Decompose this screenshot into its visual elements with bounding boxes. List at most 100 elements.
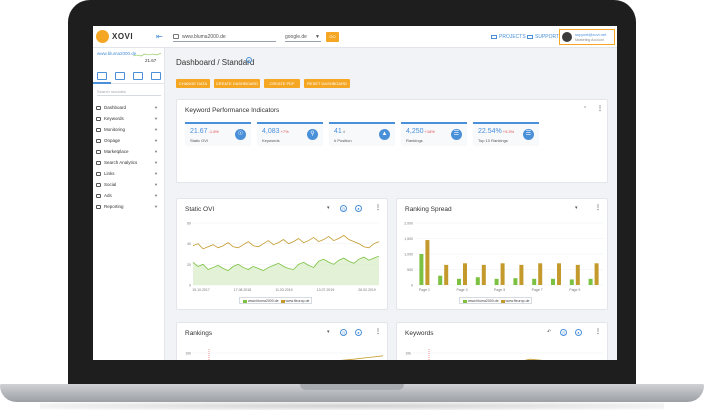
sidebar-item-monitoring[interactable]: Monitoring ▼ — [93, 124, 165, 135]
bar — [513, 278, 518, 285]
page-title: Dashboard / Standard — [176, 58, 255, 67]
kpi-value: 4,250+18% — [406, 128, 435, 135]
kpi-change: +7% — [280, 129, 289, 134]
sidebar-item-reporting[interactable]: Reporting ▼ — [93, 201, 165, 212]
x-tick-label: Page 5 — [494, 288, 505, 292]
tab-messages-icon[interactable] — [151, 72, 161, 80]
keywords-card: Keywords ↶ ◷ ● ⋮ 10k7.5k5k — [396, 322, 608, 360]
tab-charts-icon[interactable] — [115, 72, 125, 80]
sidebar-item-onpage[interactable]: Onpage ▼ — [93, 135, 165, 146]
projects-label: PROJECTS — [499, 34, 526, 40]
active-tab-indicator — [93, 82, 111, 84]
bar — [551, 278, 555, 285]
more-menu-icon[interactable]: ⋮ — [595, 204, 601, 211]
static-ovi-legend: www.bluma2000.de www.fleurop.de — [239, 297, 313, 304]
support-link[interactable]: SUPPORT — [527, 34, 559, 40]
chevron-down-icon[interactable]: ▾ — [327, 205, 330, 211]
clock-icon[interactable]: ◷ — [340, 329, 347, 336]
y-tick-label: 2,000 — [404, 222, 413, 226]
globe-icon[interactable]: ● — [575, 329, 582, 336]
y-tick-label: 20 — [187, 263, 191, 267]
key-icon — [96, 117, 101, 121]
top-bar: XOVI ⇤ www.bluma2000.de google.de ▼ GO P… — [93, 26, 617, 48]
chevron-down-icon: ▼ — [154, 116, 158, 121]
collapse-icon[interactable]: ⌃ — [583, 106, 587, 112]
support-label: SUPPORT — [535, 34, 560, 40]
create-dashboard-button[interactable]: CREATE DASHBOARD — [214, 79, 260, 88]
y-tick-label: 0 — [189, 284, 191, 288]
bar — [575, 264, 580, 285]
folder-icon — [491, 34, 497, 39]
sidebar-item-label: Social — [104, 182, 117, 187]
chevron-down-icon: ▼ — [154, 171, 158, 176]
tab-modules-icon[interactable] — [97, 72, 107, 80]
laptop-shadow — [40, 402, 664, 410]
tab-bookmarks-icon[interactable] — [133, 72, 143, 80]
change-data-button[interactable]: CHANGE DATA — [176, 79, 210, 88]
account-menu[interactable]: support@xovi.net Marketing Account — [559, 29, 615, 45]
search-engine-select[interactable]: google.de ▼ — [285, 32, 321, 42]
kpi-change: +18% — [424, 129, 435, 134]
globe-icon[interactable]: ● — [355, 329, 362, 336]
create-pdf-button[interactable]: CREATE PDF — [264, 79, 300, 88]
kpi-static-ovi: 21.67-1.8% Static OVI ☉ — [185, 122, 251, 146]
y-tick-label: 1,000 — [404, 253, 413, 257]
more-menu-icon[interactable]: ⋮ — [375, 328, 381, 335]
url-input[interactable]: www.bluma2000.de — [173, 32, 276, 42]
app-screen: XOVI ⇤ www.bluma2000.de google.de ▼ GO P… — [93, 26, 617, 360]
module-search-input[interactable]: Search modules — [97, 88, 161, 96]
y-tick-label: 40 — [187, 242, 191, 246]
project-link[interactable]: www.bluma2000.de — [97, 51, 136, 56]
sidebar-item-keywords[interactable]: Keywords ▼ — [93, 113, 165, 124]
x-tick-label: Page 1 — [419, 288, 430, 292]
back-icon[interactable]: ↶ — [547, 329, 551, 335]
sidebar-item-marketplace[interactable]: Marketplace ▼ — [93, 146, 165, 157]
analytics-icon — [96, 161, 101, 165]
bar — [594, 263, 599, 285]
sidebar-item-ads[interactable]: Ads ▼ — [93, 190, 165, 201]
more-menu-icon[interactable]: ⋮ — [595, 328, 601, 335]
chevron-down-icon: ▼ — [154, 105, 158, 110]
chevron-down-icon[interactable]: ▾ — [327, 329, 330, 335]
kpi-label: # Position — [334, 138, 352, 143]
y-tick-label: 1,500 — [404, 237, 413, 241]
more-menu-icon[interactable]: ⋮ — [375, 204, 381, 211]
x-tick-label: 17.08.2018 — [234, 288, 252, 292]
sidebar-item-social[interactable]: Social ▼ — [93, 179, 165, 190]
bar — [569, 279, 574, 285]
legend-swatch-gold — [280, 299, 285, 303]
go-button[interactable]: GO — [326, 32, 339, 42]
sidebar-item-dashboard[interactable]: Dashboard ▼ — [93, 102, 165, 113]
sidebar-item-search-analytics[interactable]: Search Analytics ▼ — [93, 157, 165, 168]
legend-label: www.fleurop.de — [505, 299, 530, 303]
x-tick-label: 13.07.2019 — [317, 288, 335, 292]
legend-swatch-green — [243, 299, 247, 303]
rankings-card: Rankings ▾ ◷ ● ⋮ 10k7.5k5k — [176, 322, 388, 360]
link-icon — [96, 172, 101, 176]
pin-icon: ▲ — [379, 129, 390, 140]
clock-icon[interactable]: ◷ — [560, 329, 567, 336]
rankings-chart: 10k7.5k5k — [185, 349, 384, 360]
bar — [519, 264, 524, 285]
xovi-logo-icon[interactable] — [96, 30, 109, 43]
series-area — [193, 256, 379, 285]
chevron-down-icon: ▼ — [154, 149, 158, 154]
series-line — [524, 358, 543, 360]
chevron-down-icon[interactable]: ▾ — [575, 205, 578, 211]
bar — [444, 264, 449, 285]
reset-dashboard-button[interactable]: RESET DASHBOARD — [304, 79, 350, 88]
collapse-sidebar-icon[interactable]: ⇤ — [156, 32, 163, 41]
ranking-spread-legend: www.bluma2000.de www.fleurop.de — [459, 297, 533, 304]
dashboard-icon — [96, 106, 101, 110]
bar — [494, 278, 499, 285]
globe-icon[interactable]: ● — [355, 205, 362, 212]
y-tick-label: 0 — [411, 284, 413, 288]
more-menu-icon[interactable]: ⋮ — [597, 105, 603, 112]
clock-icon[interactable]: ◷ — [340, 205, 347, 212]
chevron-down-icon: ▼ — [154, 193, 158, 198]
sidebar-item-links[interactable]: Links ▼ — [93, 168, 165, 179]
kpi-change: -1.8% — [208, 129, 219, 134]
info-icon[interactable]: ? — [246, 57, 252, 63]
y-tick-label: 10k — [405, 352, 411, 356]
projects-link[interactable]: PROJECTS — [491, 34, 526, 40]
